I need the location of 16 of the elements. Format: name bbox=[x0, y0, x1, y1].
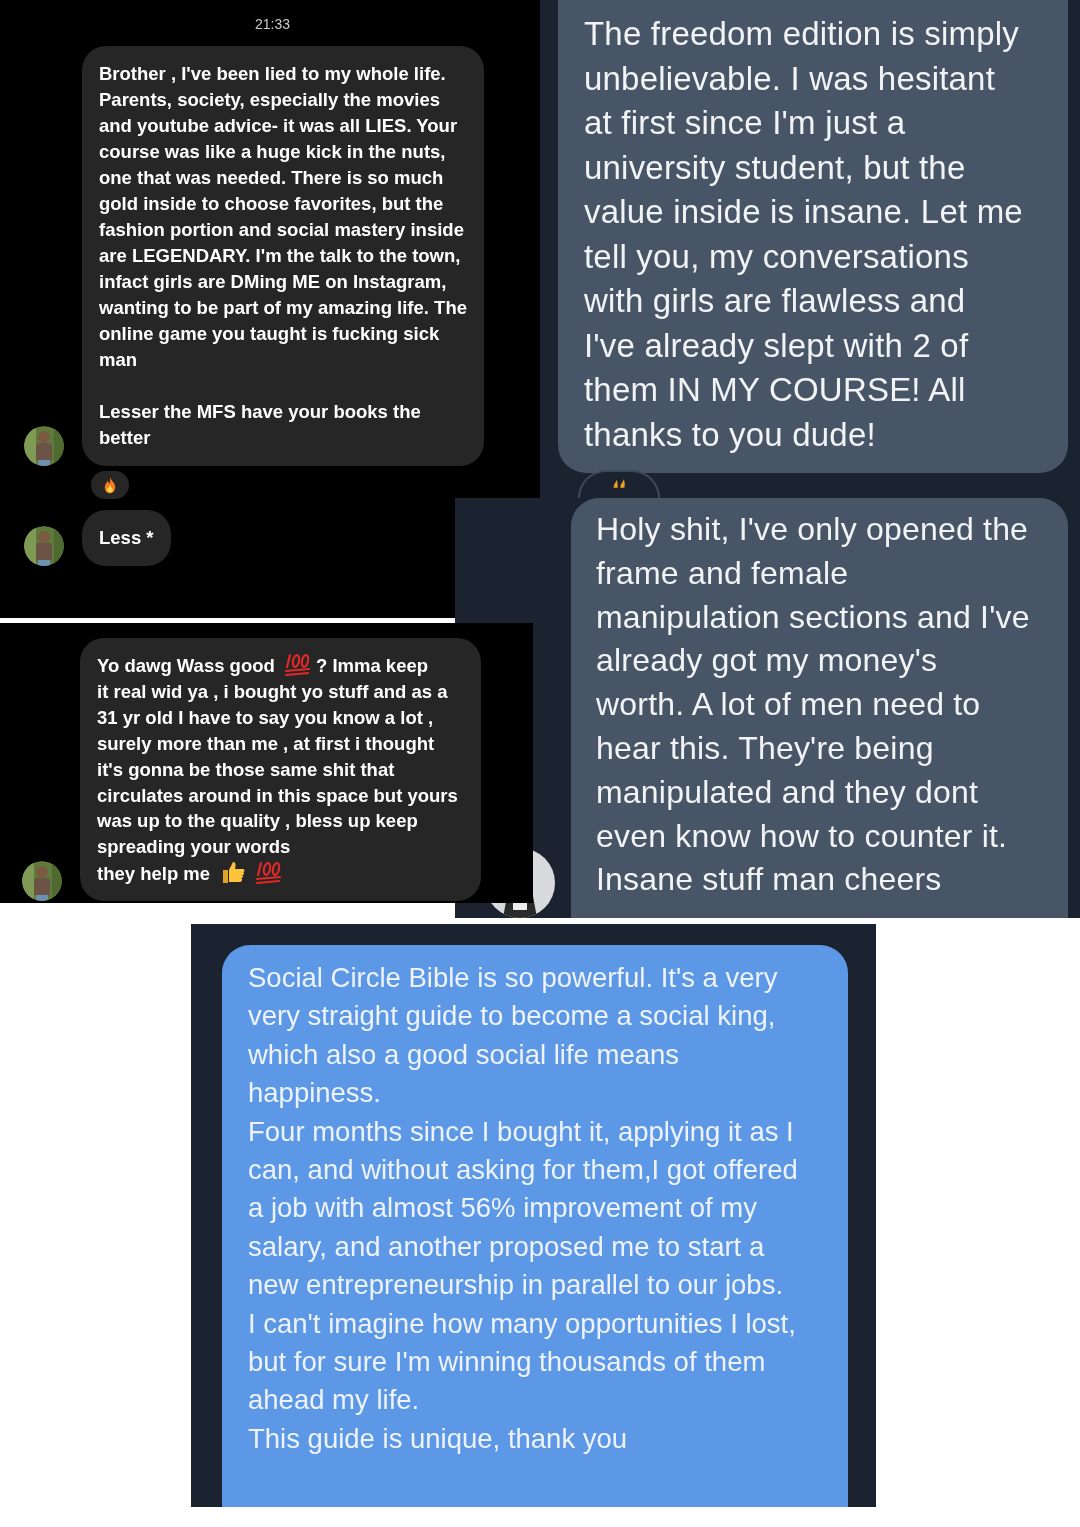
hundred-points-icon bbox=[283, 652, 312, 676]
message-text: The freedom edition is simply unbelievable. I was hesitant at first since I'm just a university student, but the value inside is insane. Let me tell you, my conversations with girls are flawless and I've already slept with 2 of them IN MY COURSE! All thanks to you dude! bbox=[584, 15, 1023, 453]
message-text: Yo dawg Wass good bbox=[97, 655, 275, 676]
message-text: Holy shit, I've only opened the frame and female manipulation sections and I've already got my money's worth. A lot of men need to hear this. They're being manipulated and they dont even know how to counter it. Insane stuff man cheers bbox=[596, 511, 1030, 898]
timestamp: 21:33 bbox=[253, 16, 291, 32]
message-text: Social Circle Bible is so powerful. It's a very very straight guide to become a social king, which also a good social life means happiness. bbox=[248, 962, 778, 1109]
message-text: Less * bbox=[99, 527, 154, 548]
message-text: I can't imagine how many opportunities I lost, but for sure I'm winning thousands of them ahead my life. bbox=[248, 1307, 796, 1416]
fire-icon bbox=[611, 478, 627, 488]
message-text: Lesser the MFS have your books the better bbox=[99, 401, 421, 448]
message-text: ? Imma keep bbox=[315, 655, 429, 676]
message-text: Brother , I've been lied to my whole life. Parents, society, especially the movies and youtube advice- it was all LIES. Your course was like a huge kick in the nuts, one that was needed. There is so much gold inside to choose favorites, but the fashion portion and social mastery inside are LEGENDARY. I'm the talk to the town, infact girls are DMing ME on Instagram, wanting to be part of my amazing life. The online game you taught is fucking sick man bbox=[99, 63, 467, 370]
message-text: Four months since I bought it, applying it as I can, and without asking for them,I got offered a job with almost 56% improvement of my salary, and another proposed me to start a new entrepreneurship in parallel to our jobs. bbox=[248, 1115, 798, 1301]
message-text: they help me bbox=[97, 863, 211, 885]
hundred-points-icon bbox=[255, 860, 284, 885]
message-text: This guide is unique, thank you bbox=[248, 1422, 628, 1454]
